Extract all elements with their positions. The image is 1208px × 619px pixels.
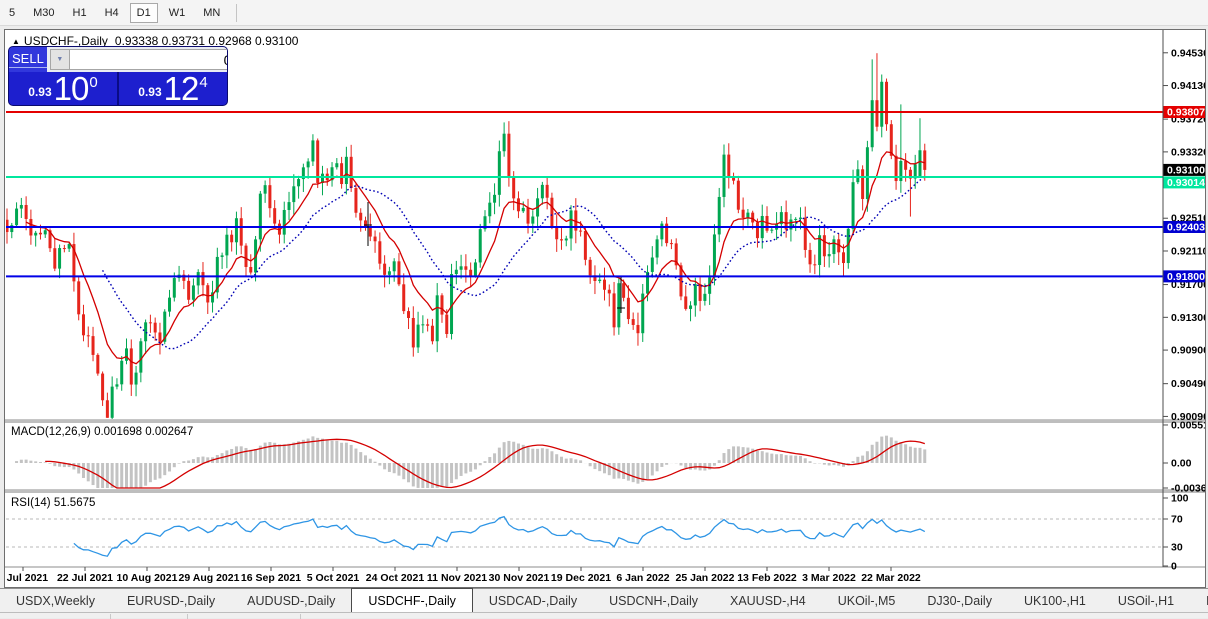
sell-price-prefix: 0.93 [28,85,51,99]
svg-text:22 Mar 2022: 22 Mar 2022 [861,572,921,584]
symbol-tab-bar: USDX,WeeklyEURUSD-,DailyAUDUSD-,DailyUSD… [0,588,1208,612]
svg-text:24 Oct 2021: 24 Oct 2021 [366,572,425,584]
macd-pane [17,436,925,488]
svg-text:30 Nov 2021: 30 Nov 2021 [489,572,550,584]
status-strip [0,612,1208,618]
candlesticks [6,53,927,427]
timeframe-button-m30[interactable]: M30 [26,3,61,23]
svg-text:29 Aug 2021: 29 Aug 2021 [179,572,240,584]
volume-input[interactable] [69,49,227,70]
timeframe-toolbar: 5M30H1H4D1W1MN [0,0,1208,26]
buy-price-pip: 4 [199,77,207,89]
down-arrow-icon: ▼ [56,56,63,63]
tab-usdcad-daily[interactable]: USDCAD-,Daily [473,589,593,612]
svg-text:22 Jul 2021: 22 Jul 2021 [57,572,113,584]
svg-text:0.93100: 0.93100 [1167,164,1205,176]
svg-text:0.91300: 0.91300 [1171,312,1205,324]
timeframe-button-h1[interactable]: H1 [66,3,94,23]
sell-button-label: SELL [9,51,47,68]
chart-title: ▲ USDCHF-,Daily 0.93338 0.93731 0.92968 0.… [12,34,298,48]
timeframe-button-d1[interactable]: D1 [130,3,158,23]
price-axis[interactable]: 0.945300.941300.937200.933200.929200.925… [1163,47,1205,572]
svg-text:0.92403: 0.92403 [1167,221,1205,233]
tab-audusd-daily[interactable]: AUDUSD-,Daily [231,589,351,612]
tab-uk100-h1[interactable]: UK100-,H1 [1008,589,1102,612]
svg-text:10 Aug 2021: 10 Aug 2021 [117,572,178,584]
collapse-icon[interactable]: ▲ [12,37,20,46]
svg-text:19 Dec 2021: 19 Dec 2021 [551,572,611,584]
timeframe-buttons: 5M30H1H4D1W1MN [0,3,229,23]
svg-text:70: 70 [1171,514,1183,526]
svg-text:0.00: 0.00 [1171,458,1192,470]
volume-spinner: ▼ ▲ [47,47,227,72]
chart-canvas[interactable]: 0.945300.941300.937200.933200.929200.925… [5,30,1205,587]
svg-text:0.93320: 0.93320 [1171,146,1205,158]
timeframe-button-5[interactable]: 5 [2,3,22,23]
tab-usoil-h1[interactable]: USOil-,H1 [1102,589,1190,612]
chart-ohlc-values: 0.93338 0.93731 0.92968 0.93100 [115,34,299,48]
macd-signal-line [45,439,925,488]
tab-ukoil-m5[interactable]: UKOil-,M5 [822,589,912,612]
svg-text:6 Jan 2022: 6 Jan 2022 [616,572,669,584]
status-divider [110,614,111,619]
rsi-pane [6,517,1163,557]
tab-usdcnh-daily[interactable]: USDCNH-,Daily [593,589,714,612]
svg-text:4 Jul 2021: 4 Jul 2021 [5,572,48,584]
tab-hk50-h1[interactable]: HK50-,H1 [1190,589,1208,612]
status-divider [187,614,188,619]
svg-text:13 Feb 2022: 13 Feb 2022 [737,572,797,584]
timeframe-button-mn[interactable]: MN [196,3,227,23]
svg-text:0.91800: 0.91800 [1167,271,1205,283]
chart-window: 0.945300.941300.937200.933200.929200.925… [4,29,1206,588]
macd-indicator-label: MACD(12,26,9) 0.001698 0.002647 [11,426,193,438]
svg-text:0.92110: 0.92110 [1171,245,1205,257]
tab-dj30-daily[interactable]: DJ30-,Daily [911,589,1008,612]
sell-button[interactable]: SELL [9,47,47,72]
ma-fast-line [26,152,925,364]
one-click-trade-panel: SELL ▼ ▲ BUY 0.93 10 0 0.93 [9,47,227,105]
timeframe-button-h4[interactable]: H4 [98,3,126,23]
svg-text:16 Sep 2021: 16 Sep 2021 [241,572,301,584]
sell-price-box[interactable]: 0.93 10 0 [9,72,117,105]
date-axis[interactable]: 4 Jul 2021 22 Jul 2021 10 Aug 202129 Aug 2… [5,567,921,584]
svg-text:0.90490: 0.90490 [1171,378,1205,390]
buy-price-prefix: 0.93 [138,85,161,99]
timeframe-button-w1[interactable]: W1 [162,3,193,23]
status-divider [300,614,301,619]
svg-text:0.94130: 0.94130 [1171,80,1205,92]
buy-price-big: 12 [164,75,199,103]
svg-text:11 Nov 2021: 11 Nov 2021 [427,572,487,584]
tab-usdchf-daily[interactable]: USDCHF-,Daily [351,588,473,612]
chart-symbol-label: USDCHF-,Daily [24,34,108,48]
rsi-indicator-label: RSI(14) 51.5675 [11,497,95,509]
svg-text:0.94530: 0.94530 [1171,47,1205,59]
svg-text:0.93014: 0.93014 [1167,177,1205,189]
svg-text:0.93807: 0.93807 [1167,107,1205,119]
svg-text:0: 0 [1171,561,1177,573]
svg-text:100: 100 [1171,493,1189,505]
sell-price-big: 10 [54,75,89,103]
svg-text:3 Mar 2022: 3 Mar 2022 [802,572,856,584]
svg-text:5 Oct 2021: 5 Oct 2021 [307,572,360,584]
svg-text:0.005514: 0.005514 [1171,419,1205,431]
svg-text:25 Jan 2022: 25 Jan 2022 [676,572,735,584]
buy-price-box[interactable]: 0.93 12 4 [119,72,227,105]
sell-price-pip: 0 [89,77,97,89]
tab-eurusd-daily[interactable]: EURUSD-,Daily [111,589,231,612]
svg-text:0.90900: 0.90900 [1171,345,1205,357]
tab-usdx-weekly[interactable]: USDX,Weekly [0,589,111,612]
tab-xauusd-h4[interactable]: XAUUSD-,H4 [714,589,822,612]
volume-decrease-button[interactable]: ▼ [50,49,69,70]
svg-text:30: 30 [1171,542,1183,554]
toolbar-divider [236,4,237,22]
moving-averages [26,152,925,364]
rsi-line [74,517,925,557]
